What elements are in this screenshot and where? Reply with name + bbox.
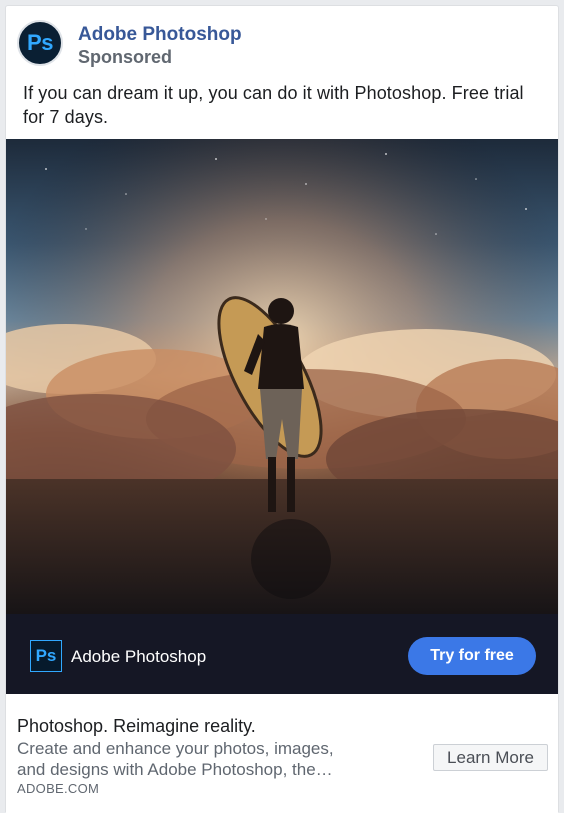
page-name-link[interactable]: Adobe Photoshop bbox=[78, 24, 242, 46]
post-header: Ps Adobe Photoshop Sponsored bbox=[17, 20, 537, 68]
brand-name: Adobe Photoshop bbox=[71, 647, 207, 666]
ad-brand-bar: Ps Adobe Photoshop Try for free bbox=[6, 614, 558, 694]
learn-more-button[interactable]: Learn More bbox=[433, 744, 548, 771]
photoshop-logo-icon[interactable]: Ps bbox=[17, 20, 63, 66]
link-description-line-1: Create and enhance your photos, images, bbox=[17, 739, 334, 758]
ad-hero-image[interactable] bbox=[6, 139, 558, 614]
link-headline[interactable]: Photoshop. Reimagine reality. bbox=[17, 716, 256, 737]
sponsored-label[interactable]: Sponsored bbox=[78, 47, 172, 68]
post-text: If you can dream it up, you can do it wi… bbox=[23, 83, 524, 127]
avatar-glyph: Ps bbox=[27, 30, 53, 55]
surfer-clouds-illustration bbox=[6, 139, 558, 614]
link-preview[interactable]: Photoshop. Reimagine reality. Create and… bbox=[6, 694, 558, 813]
link-description: Create and enhance your photos, images, … bbox=[17, 738, 387, 780]
try-for-free-button[interactable]: Try for free bbox=[408, 637, 536, 675]
bar-logo-glyph: Ps bbox=[35, 646, 57, 665]
sponsored-post-card: Ps Adobe Photoshop Sponsored If you can … bbox=[5, 5, 559, 813]
link-description-line-2: and designs with Adobe Photoshop, the… bbox=[17, 760, 333, 779]
photoshop-logo-icon: Ps bbox=[30, 640, 62, 672]
link-domain: ADOBE.COM bbox=[17, 781, 100, 796]
